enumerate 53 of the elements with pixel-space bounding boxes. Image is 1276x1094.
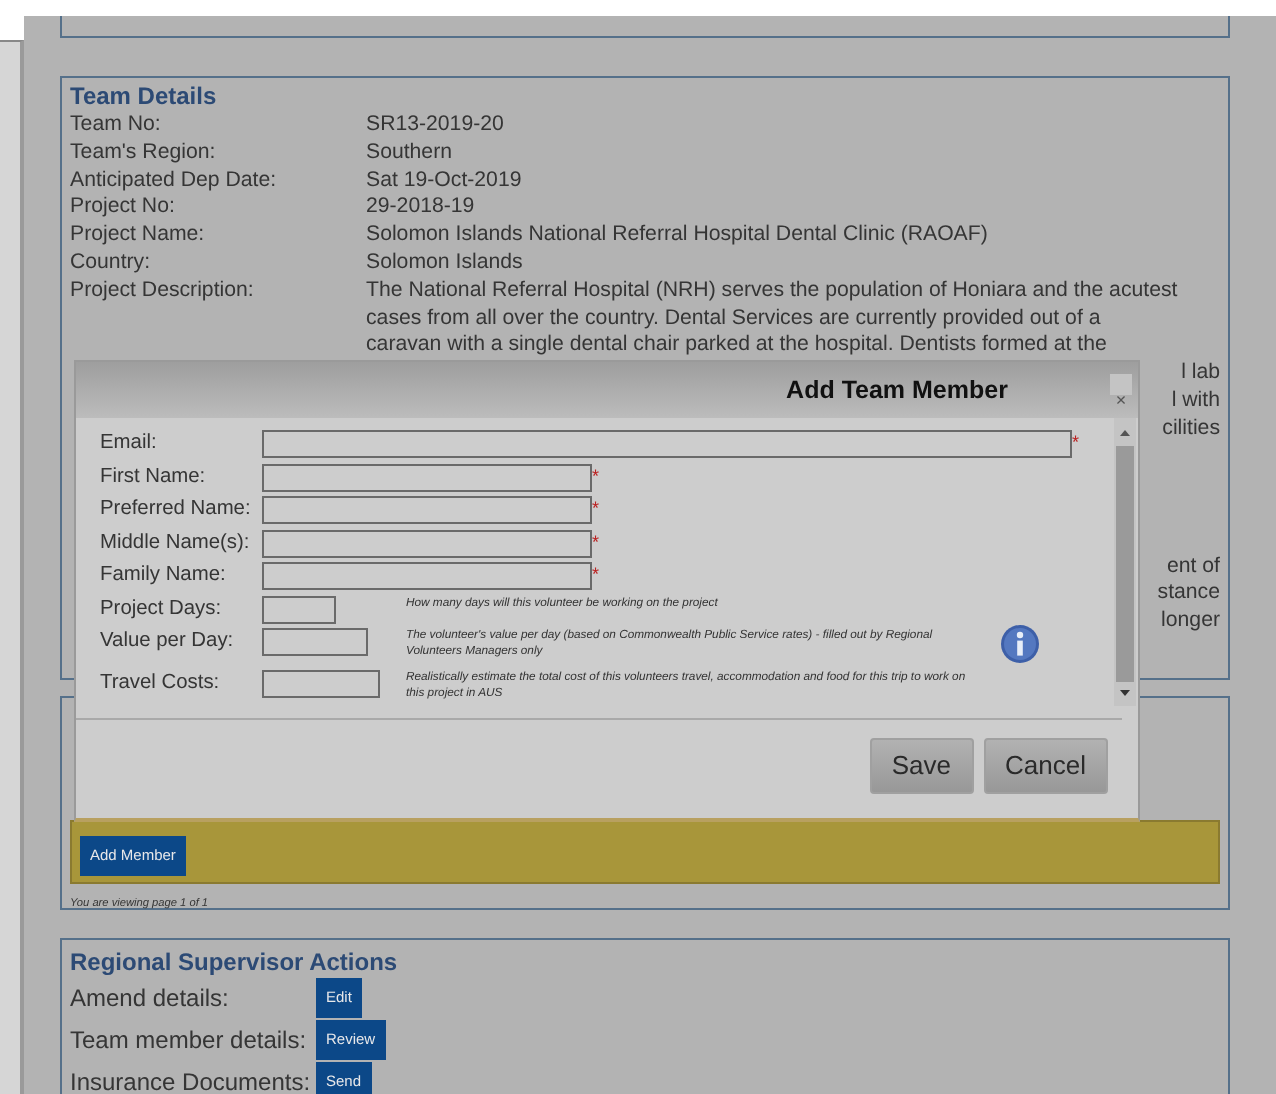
action-label: Team member details: bbox=[70, 1024, 309, 1058]
field-label: First Name: bbox=[100, 463, 208, 491]
field-label: Preferred Name: bbox=[100, 496, 253, 524]
dialog-button[interactable]: Save bbox=[869, 738, 974, 794]
field-label: Family Name: bbox=[100, 562, 228, 590]
section-title: Regional Supervisor Actions bbox=[70, 948, 400, 978]
input-field[interactable] bbox=[262, 595, 336, 623]
action-label: Insurance Documents: bbox=[70, 1066, 313, 1094]
field-label: Anticipated Dep Date: bbox=[70, 167, 279, 195]
field-label: Travel Costs: bbox=[100, 669, 222, 697]
field-value: Southern bbox=[366, 139, 452, 168]
input-field[interactable] bbox=[262, 463, 592, 491]
required-marker: * bbox=[1072, 430, 1080, 454]
field-label: Value per Day: bbox=[100, 628, 236, 656]
field-label: Team No: bbox=[70, 112, 163, 140]
input-field[interactable] bbox=[262, 562, 592, 590]
description-fragment: ent of bbox=[1166, 553, 1220, 578]
description-fragment: l with bbox=[1171, 387, 1220, 412]
description-fragment: stance bbox=[1157, 580, 1220, 605]
field-label: Project No: bbox=[70, 194, 177, 223]
field-label: Project Days: bbox=[100, 595, 224, 623]
description-fragment: cilities bbox=[1162, 415, 1220, 440]
field-label: Team's Region: bbox=[70, 139, 218, 168]
required-marker: * bbox=[592, 463, 600, 487]
field-label: Project Name: bbox=[70, 222, 207, 250]
description-line: caravan with a single dental chair parked at the hospital. Dentists formed at the bbox=[366, 332, 1109, 361]
action-label: Amend details: bbox=[70, 982, 231, 1016]
required-marker: * bbox=[592, 496, 600, 520]
input-field[interactable] bbox=[262, 430, 1072, 458]
dialog-title: Add Team Member bbox=[786, 373, 1008, 408]
input-field[interactable] bbox=[262, 529, 592, 557]
field-value: 29-2018-19 bbox=[366, 194, 475, 223]
field-value: Sat 19-Oct-2019 bbox=[366, 167, 522, 195]
input-field[interactable] bbox=[262, 628, 368, 656]
input-field[interactable] bbox=[262, 669, 380, 697]
field-value: Solomon Islands bbox=[366, 249, 523, 278]
field-label: Middle Name(s): bbox=[100, 529, 252, 557]
section-title: Team Details bbox=[70, 82, 219, 112]
dialog-button[interactable]: Cancel bbox=[983, 738, 1108, 794]
field-label: Project Description: bbox=[70, 277, 256, 306]
required-marker: * bbox=[592, 529, 600, 553]
field-label: Email: bbox=[100, 430, 159, 458]
required-marker: * bbox=[592, 562, 600, 586]
scrollbar[interactable] bbox=[1114, 418, 1136, 706]
description-line: The National Referral Hospital (NRH) serves the population of Honiara and the acutest bbox=[366, 277, 1180, 306]
field-value: Solomon Islands National Referral Hospital Dental Clinic (RAOAF) bbox=[366, 222, 988, 250]
info-icon bbox=[1000, 624, 1040, 664]
description-fragment: l lab bbox=[1181, 360, 1220, 385]
description-line: cases from all over the country. Dental Services are currently provided out of a bbox=[366, 305, 1103, 333]
field-label: Country: bbox=[70, 249, 153, 278]
description-fragment: longer bbox=[1161, 608, 1220, 633]
field-value: SR13-2019-20 bbox=[366, 112, 504, 140]
input-field[interactable] bbox=[262, 496, 592, 524]
